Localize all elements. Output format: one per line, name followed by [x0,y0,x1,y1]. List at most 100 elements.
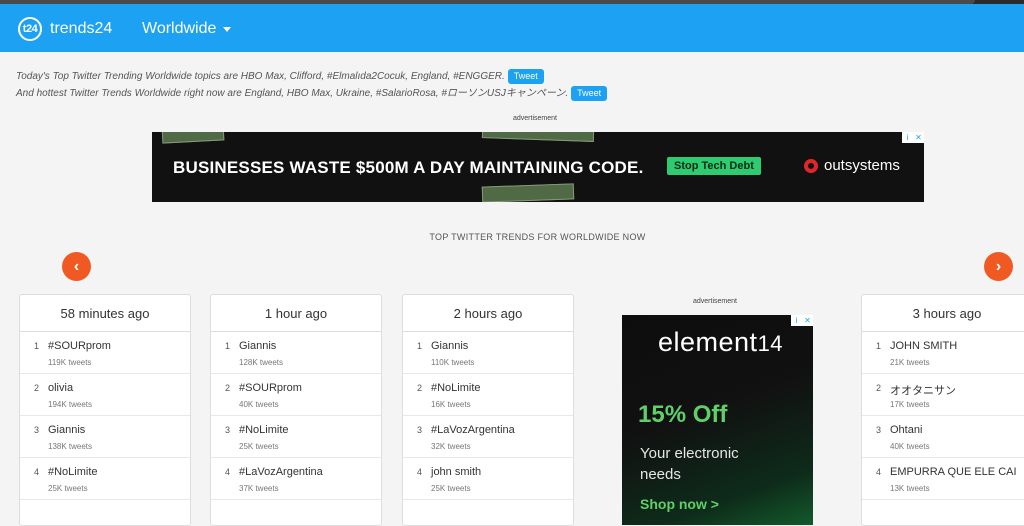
trend-name[interactable]: #NoLimite [239,424,289,436]
adchoices-info-icon[interactable]: i [791,315,802,326]
tweet-button-2[interactable]: Tweet [571,86,608,101]
trend-rank: 2 [225,383,231,393]
section-title: TOP TWITTER TRENDS FOR WORLDWIDE NOW [429,232,646,242]
trend-name[interactable]: #NoLimite [48,466,98,478]
trend-item[interactable]: 3 #LaVozArgentina 32K tweets [403,416,573,458]
money-graphic [481,183,575,202]
trend-tweet-count: 25K tweets [48,484,88,493]
trend-tweet-count: 25K tweets [431,484,471,493]
trend-tweet-count: 194K tweets [48,400,93,409]
trend-name[interactable]: #LaVozArgentina [431,424,515,436]
trend-item[interactable]: 2 olivia 194K tweets [20,374,190,416]
trend-rank: 1 [34,341,40,351]
trend-tweet-count: 128K tweets [239,358,284,367]
trend-name[interactable]: #SOURprom [239,382,302,394]
adchoices-close-icon[interactable]: ✕ [802,315,813,326]
banner-ad[interactable]: BUSINESSES WASTE $500M A DAY MAINTAINING… [152,132,924,202]
trend-rank: 1 [225,341,231,351]
adchoices-info-icon[interactable]: i [902,132,913,143]
trend-name[interactable]: #LaVozArgentina [239,466,323,478]
brand-name: trends24 [50,20,113,37]
trend-card: 1 hour ago 1 Giannis 128K tweets 2 #SOURpro… [210,294,382,526]
trend-name[interactable]: EMPURRA QUE ELE CAI [890,466,1017,478]
banner-ad-cta-button[interactable]: Stop Tech Debt [667,157,761,175]
side-ad-brand: element14 [658,327,783,358]
intro-text: Today's Top Twitter Trending Worldwide t… [16,68,608,102]
trend-name[interactable]: Giannis [239,340,276,352]
trend-tweet-count: 40K tweets [890,442,930,451]
trend-rank: 4 [225,467,231,477]
trend-name[interactable]: オオタニサン [890,382,956,398]
trend-rank: 2 [417,383,423,393]
trend-rank: 1 [417,341,423,351]
tweet-button-1[interactable]: Tweet [507,69,544,84]
intro-line-1-text: Today's Top Twitter Trending Worldwide t… [16,71,505,82]
brand[interactable]: t24 trends24 [18,17,112,41]
trend-tweet-count: 40K tweets [239,400,279,409]
banner-ad-headline: BUSINESSES WASTE $500M A DAY MAINTAINING… [173,158,644,177]
trend-name[interactable]: Giannis [431,340,468,352]
trends24-logo-icon: t24 [18,17,42,41]
trend-tweet-count: 25K tweets [239,442,279,451]
region-label: Worldwide [142,20,217,37]
banner-ad-brand-name: outsystems [824,157,900,174]
trend-name[interactable]: Ohtani [890,424,922,436]
adchoices-close-icon[interactable]: ✕ [913,132,924,143]
trend-item[interactable]: 3 #NoLimite 25K tweets [211,416,381,458]
trend-tweet-count: 17K tweets [890,400,930,409]
trend-rank: 4 [417,467,423,477]
trend-card-time: 58 minutes ago [20,295,190,332]
trend-item[interactable]: 4 EMPURRA QUE ELE CAI 13K tweets [862,458,1024,500]
side-ad[interactable]: element14 15% Off Your electronic needs … [622,315,813,525]
trend-tweet-count: 13K tweets [890,484,930,493]
trend-item[interactable]: 1 Giannis 110K tweets [403,332,573,374]
trend-name[interactable]: john smith [431,466,481,478]
adchoices[interactable]: i ✕ [791,315,813,326]
money-graphic [161,132,225,144]
trend-item[interactable]: 3 Giannis 138K tweets [20,416,190,458]
trend-rank: 3 [417,425,423,435]
trend-item[interactable]: 1 Giannis 128K tweets [211,332,381,374]
trend-item[interactable]: 1 JOHN SMITH 21K tweets [862,332,1024,374]
trend-item[interactable]: 4 #NoLimite 25K tweets [20,458,190,500]
trend-tweet-count: 21K tweets [890,358,930,367]
banner-ad-brand: outsystems [804,157,900,174]
trend-item[interactable]: 4 #LaVozArgentina 37K tweets [211,458,381,500]
trend-rank: 3 [34,425,40,435]
trend-item[interactable]: 2 オオタニサン 17K tweets [862,374,1024,416]
side-ad-cta[interactable]: Shop now > [640,496,719,512]
trend-tweet-count: 16K tweets [431,400,471,409]
trend-rank: 3 [225,425,231,435]
adchoices[interactable]: i ✕ [902,132,924,143]
trend-item[interactable]: 1 #SOURprom 119K tweets [20,332,190,374]
trend-rank: 4 [34,467,40,477]
trend-item[interactable]: 2 #NoLimite 16K tweets [403,374,573,416]
banner-ad-label: advertisement [513,115,557,122]
trend-tweet-count: 119K tweets [48,358,92,367]
trend-item[interactable]: 2 #SOURprom 40K tweets [211,374,381,416]
intro-line-2-text: And hottest Twitter Trends Worldwide rig… [16,88,569,99]
trend-name[interactable]: Giannis [48,424,85,436]
trend-card-time: 2 hours ago [403,295,573,332]
chevron-left-icon: ‹ [73,257,80,275]
region-dropdown[interactable]: Worldwide [142,20,232,38]
trend-tweet-count: 110K tweets [431,358,475,367]
trend-name[interactable]: #SOURprom [48,340,111,352]
chevron-right-icon: › [995,257,1002,275]
previous-arrow-button[interactable]: ‹ [62,252,91,281]
trend-tweet-count: 32K tweets [431,442,471,451]
next-arrow-button[interactable]: › [984,252,1013,281]
trend-item[interactable]: 4 john smith 25K tweets [403,458,573,500]
trend-rank: 2 [876,383,882,393]
trend-rank: 1 [876,341,882,351]
side-ad-text: Your electronic needs [640,445,739,483]
navbar: t24 trends24 Worldwide [0,4,1024,52]
trend-name[interactable]: olivia [48,382,73,394]
trend-item[interactable]: 3 Ohtani 40K tweets [862,416,1024,458]
trend-card: 3 hours ago 1 JOHN SMITH 21K tweets 2 オオタニサ… [861,294,1024,526]
trend-name[interactable]: #NoLimite [431,382,481,394]
trend-rank: 2 [34,383,40,393]
intro-line-2: And hottest Twitter Trends Worldwide rig… [16,85,608,102]
trend-name[interactable]: JOHN SMITH [890,340,957,352]
trend-rank: 3 [876,425,882,435]
